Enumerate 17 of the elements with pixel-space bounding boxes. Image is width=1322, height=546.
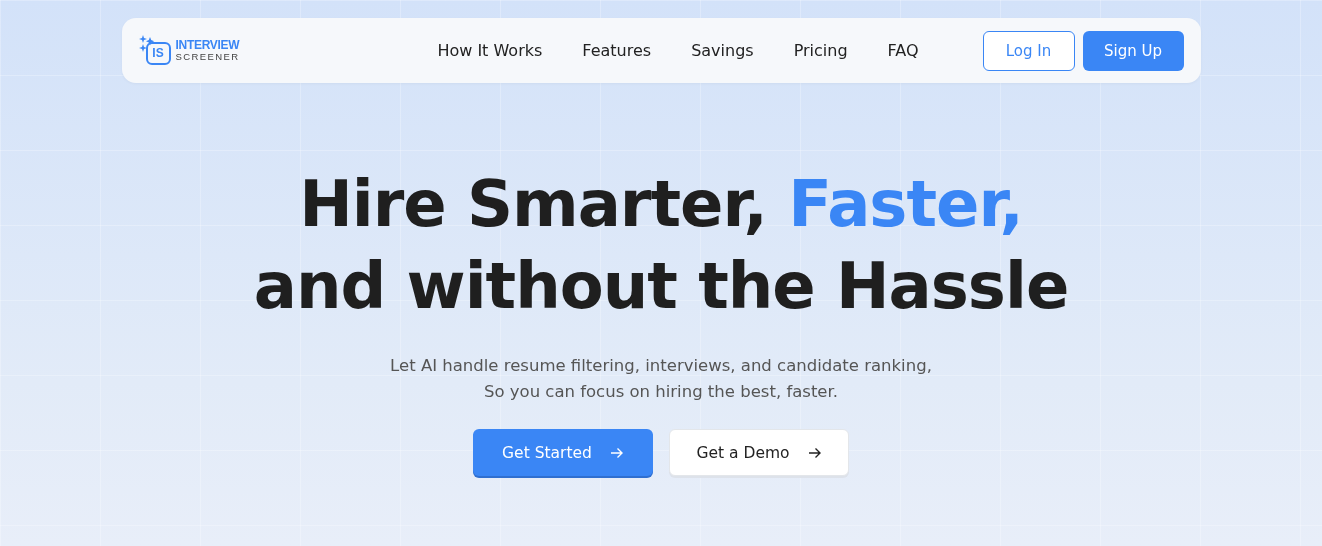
arrow-right-icon [609,446,624,459]
nav-link[interactable]: How It Works [417,37,563,64]
hero-title-line: Hire Smarter, Faster, [298,166,1024,243]
nav-link[interactable]: Features [562,37,672,64]
logo-subtext: SCREENER [175,50,240,62]
get-started-button[interactable]: Get Started [473,429,653,476]
login-button[interactable]: Log In [982,30,1075,71]
nav-link[interactable]: Pricing [773,37,868,64]
arrow-right-icon [807,446,822,459]
nav-link[interactable]: Savings [671,37,774,64]
hero-subtitle-line: Let AI handle resume filtering, interviews, and candidate ranking, [390,355,932,377]
demo-button[interactable]: Get a Demo [669,429,849,476]
logo-text: INTERVIEW [175,39,240,51]
signup-button[interactable]: Sign Up [1082,30,1184,71]
hero-subtitle-line: So you can focus on hiring the best, faster. [482,381,840,403]
nav-link[interactable]: FAQ [867,37,939,64]
hero-title-line: and without the Hassle [252,248,1070,325]
